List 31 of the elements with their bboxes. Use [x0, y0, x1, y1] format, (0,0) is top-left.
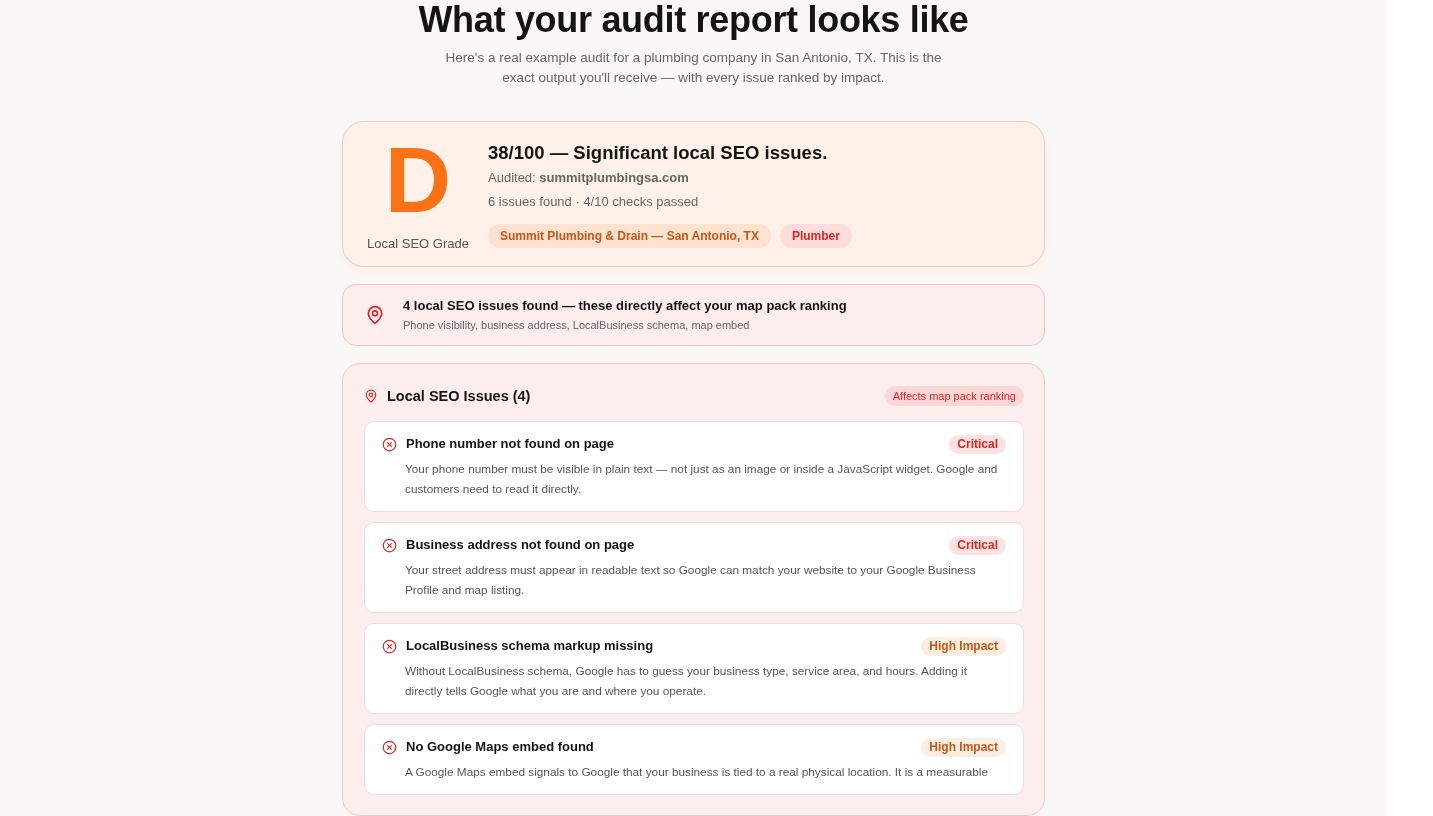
- panel-title: Local SEO Issues (4): [387, 387, 532, 406]
- severity-badge: Critical: [949, 535, 1006, 555]
- alert-detail: Phone visibility, business address, LocalBusiness schema, map embed: [403, 318, 751, 334]
- grade-label: Local SEO Grade: [367, 235, 469, 251]
- audited-domain: Audited: summitplumbingsa.com: [488, 168, 690, 187]
- issue-description: Your phone number must be visible in plain text — not just as an image or inside a JavaScript widget. Google and customers need to read it directly.: [405, 461, 999, 498]
- x-circle-icon: [382, 537, 397, 553]
- issue-title: LocalBusiness schema markup missing: [406, 637, 655, 655]
- issue-description: A Google Maps embed signals to Google that your business is tied to a real physical location. It is a measurable: [405, 764, 989, 781]
- map-pin-icon: [364, 389, 378, 403]
- severity-badge: Critical: [949, 434, 1006, 454]
- issue-description: Your street address must appear in readable text so Google can match your website to your Google Business Profile and map listing.: [405, 562, 977, 599]
- issue-title: Phone number not found on page: [406, 435, 615, 453]
- map-pin-icon: [365, 305, 385, 326]
- panel-badge: Affects map pack ranking: [884, 386, 1024, 406]
- audit-summary: 6 issues found · 4/10 checks passed: [488, 192, 700, 211]
- severity-badge: High Impact: [921, 737, 1006, 757]
- grade-letter: D: [384, 137, 452, 222]
- x-circle-icon: [382, 436, 397, 452]
- page-title: What your audit report looks like: [418, 0, 969, 40]
- x-circle-icon: [382, 739, 397, 755]
- issue-title: Business address not found on page: [406, 536, 636, 554]
- score-headline: 38/100 — Significant local SEO issues.: [488, 140, 829, 165]
- severity-badge: High Impact: [921, 636, 1006, 656]
- tag: Summit Plumbing & Drain — San Antonio, TX: [488, 223, 771, 248]
- x-circle-icon: [382, 638, 397, 654]
- issue-title: No Google Maps embed found: [406, 738, 595, 756]
- tag: Plumber: [779, 223, 852, 248]
- page-subtitle: Here's a real example audit for a plumbing company in San Antonio, TX. This is the exact output you'll receive — with every issue ranked by impact.: [444, 49, 943, 87]
- issue-description: Without LocalBusiness schema, Google has to guess your business type, service area, and hours. Adding it directly tells Google what you are and where you operate.: [405, 663, 968, 700]
- alert-title: 4 local SEO issues found — these directly affect your map pack ranking: [403, 297, 847, 316]
